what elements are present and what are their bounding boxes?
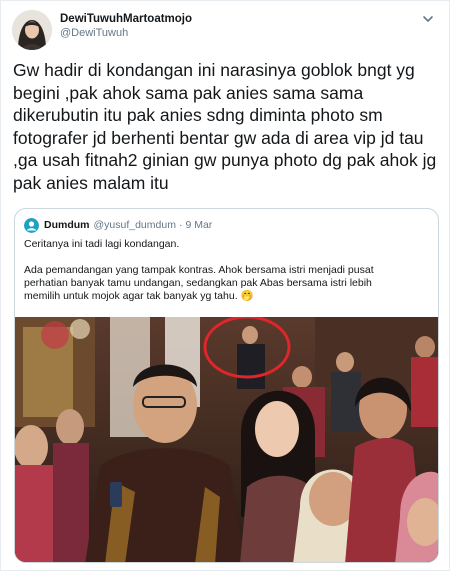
author-handle[interactable]: @DewiTuwuh (60, 26, 192, 40)
quoted-tweet[interactable]: Dumdum @yusuf_dumdum · 9 Mar Ceritanya i… (14, 208, 439, 563)
quoted-tweet-text: Ceritanya ini tadi lagi kondangan. Ada p… (24, 238, 374, 302)
author-avatar[interactable] (12, 10, 52, 50)
event-photo[interactable] (15, 317, 438, 562)
quoted-tweet-header: Dumdum @yusuf_dumdum · 9 Mar (24, 217, 212, 233)
author-info: DewiTuwuhMartoatmojo @DewiTuwuh (60, 12, 192, 40)
tweet-card[interactable]: DewiTuwuhMartoatmojo @DewiTuwuh Gw hadir… (0, 0, 450, 571)
quoted-tweet-date: 9 Mar (185, 219, 213, 231)
quoted-author-avatar (24, 217, 39, 233)
quoted-author-handle: @yusuf_dumdum (93, 219, 176, 231)
chevron-down-icon[interactable] (421, 12, 435, 26)
tweet-text: Gw hadir di kondangan ini narasinya gobl… (13, 60, 437, 193)
quoted-author-name: Dumdum (44, 219, 90, 231)
author-display-name[interactable]: DewiTuwuhMartoatmojo (60, 12, 192, 26)
separator-dot: · (178, 219, 183, 231)
